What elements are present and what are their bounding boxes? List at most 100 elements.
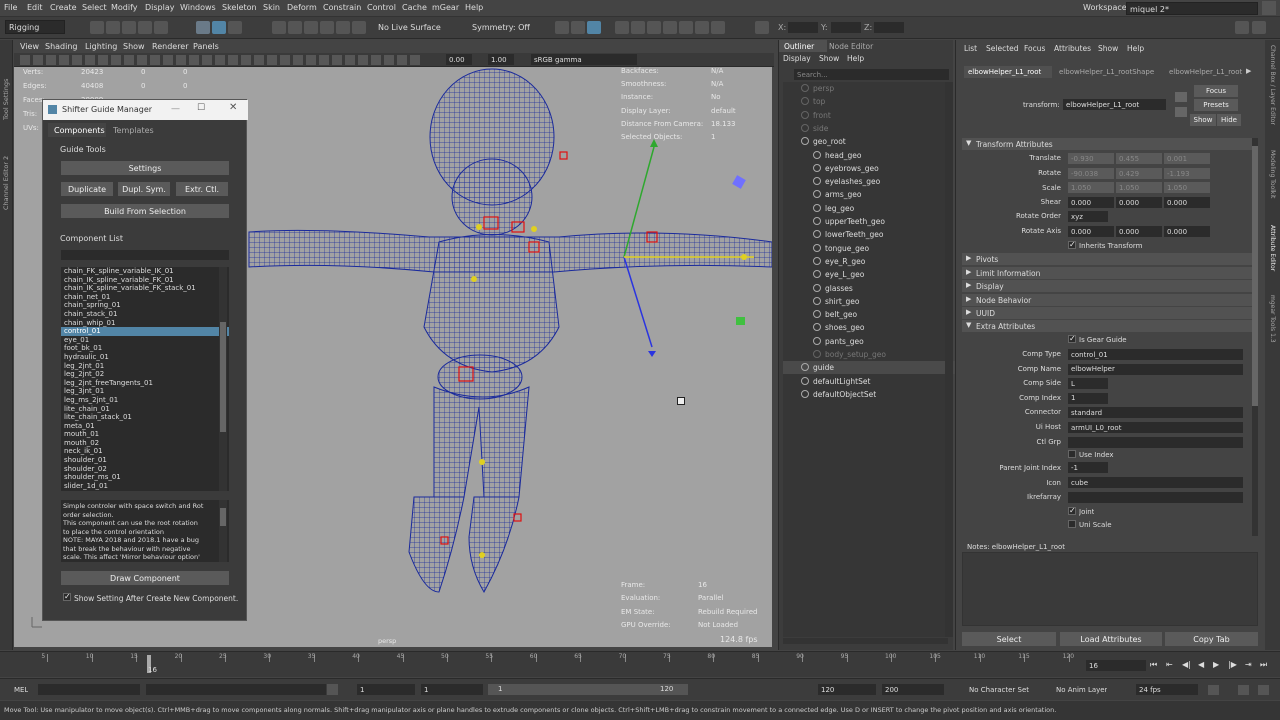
translate-y-field[interactable]: 0.455 xyxy=(1116,153,1162,164)
play-back-icon[interactable]: ◀ xyxy=(1198,660,1204,669)
toggle-panel-icon[interactable] xyxy=(1235,21,1249,34)
duplicate-button[interactable]: Duplicate xyxy=(61,182,113,196)
focus-button[interactable]: Focus xyxy=(1194,85,1238,97)
maximize-icon[interactable]: ☐ xyxy=(197,103,205,113)
section-transform-attributes[interactable]: ▼ Transform Attributes xyxy=(962,138,1254,150)
close-icon[interactable]: ✕ xyxy=(229,102,237,113)
outliner-item[interactable]: defaultObjectSet xyxy=(783,388,958,401)
component-list-item[interactable]: leg_ms_2jnt_01 xyxy=(61,396,229,405)
outliner-item[interactable]: top xyxy=(783,95,958,108)
render-settings-icon[interactable] xyxy=(615,21,629,34)
component-list-item[interactable]: hydraulic_01 xyxy=(61,353,229,362)
rotate-y-field[interactable]: 0.429 xyxy=(1116,168,1162,179)
copy-tab-button[interactable]: Copy Tab xyxy=(1165,632,1258,646)
step-back-icon[interactable]: ◀| xyxy=(1182,660,1191,669)
vp-menu-renderer[interactable]: Renderer xyxy=(152,42,189,51)
pause-icon[interactable] xyxy=(711,21,725,34)
menu-skin[interactable]: Skin xyxy=(263,3,280,12)
show-button[interactable]: Show xyxy=(1190,114,1216,126)
build-from-selection-button[interactable]: Build From Selection xyxy=(61,204,229,218)
snap-curve-icon[interactable] xyxy=(288,21,302,34)
exposure-field[interactable]: 0.00 xyxy=(446,54,472,65)
snap-grid-icon[interactable] xyxy=(272,21,286,34)
outliner-scrollbar[interactable] xyxy=(945,82,953,637)
folder-icon[interactable] xyxy=(122,21,136,34)
tab-components[interactable]: Components xyxy=(48,123,106,137)
description-scrollbar[interactable] xyxy=(219,500,227,562)
attr-menu-help[interactable]: Help xyxy=(1127,44,1144,53)
outliner-item[interactable]: pants_geo xyxy=(783,335,958,348)
attr-tab-root[interactable]: elbowHelper_L1_root xyxy=(964,66,1052,78)
component-list-item[interactable]: leg_2jnt_02 xyxy=(61,370,229,379)
command-line-input[interactable] xyxy=(38,684,140,695)
component-list-item[interactable]: leg_3jnt_01 xyxy=(61,387,229,396)
component-list-item[interactable]: shoulder_01 xyxy=(61,456,229,465)
load-attributes-button[interactable]: Load Attributes xyxy=(1060,632,1162,646)
extr-ctl-button[interactable]: Extr. Ctl. xyxy=(176,182,228,196)
node-icon-2[interactable] xyxy=(1175,107,1187,117)
snap-view-icon[interactable] xyxy=(320,21,334,34)
extra-attr-field[interactable]: 1 xyxy=(1068,392,1108,404)
component-list-item[interactable]: chain_IK_spline_variable_FK_01 xyxy=(61,276,229,285)
attr-menu-focus[interactable]: Focus xyxy=(1024,44,1045,53)
scale-z-field[interactable]: 1.050 xyxy=(1164,182,1210,193)
minimize-icon[interactable]: — xyxy=(171,104,180,114)
magnet-icon[interactable] xyxy=(352,21,366,34)
transform-mode-icon[interactable] xyxy=(755,21,769,34)
attr-menu-selected[interactable]: Selected xyxy=(986,44,1019,53)
outliner-hscrollbar[interactable] xyxy=(783,638,948,644)
extra-attr-field[interactable]: armUI_L0_root xyxy=(1068,422,1243,433)
extra-attr-field[interactable]: standard xyxy=(1068,407,1243,419)
open-scene-icon[interactable] xyxy=(90,21,104,34)
rotate-axis-x-field[interactable]: 0.000 xyxy=(1068,226,1114,237)
viewport-tool-icons[interactable] xyxy=(20,55,420,65)
icon-field[interactable]: cube xyxy=(1068,477,1243,488)
tab-outliner[interactable]: Outliner xyxy=(779,40,827,52)
script-editor-icon[interactable] xyxy=(327,684,338,695)
channel-editor-tab[interactable]: Channel Editor 2 xyxy=(2,156,10,210)
tool-settings-tab[interactable]: Tool Settings xyxy=(2,79,10,120)
menu-skeleton[interactable]: Skeleton xyxy=(222,3,257,12)
extra-attr-field[interactable] xyxy=(1068,436,1243,448)
component-list-item[interactable]: chain_whip_01 xyxy=(61,319,229,328)
extra-attr-field[interactable]: L xyxy=(1068,378,1108,390)
parent-joint-index-field[interactable]: -1 xyxy=(1068,462,1108,473)
range-slider[interactable]: 1 120 xyxy=(488,684,688,695)
playback-end-field[interactable]: 120 xyxy=(818,684,876,695)
mode-dropdown[interactable]: Rigging xyxy=(5,20,65,34)
outliner-menu-display[interactable]: Display xyxy=(783,54,811,63)
outliner-item[interactable]: persp xyxy=(783,82,958,95)
start-time-field[interactable]: 1 xyxy=(357,684,415,695)
component-list-item[interactable]: foot_bk_01 xyxy=(61,344,229,353)
component-list-item[interactable]: leg_2jnt_01 xyxy=(61,362,229,371)
select-button[interactable]: Select xyxy=(962,632,1056,646)
hypershade-icon[interactable] xyxy=(631,21,645,34)
rotate-axis-z-field[interactable]: 0.000 xyxy=(1164,226,1210,237)
section-limit-information[interactable]: ▶ Limit Information xyxy=(962,267,1254,279)
attr-scrollbar[interactable] xyxy=(1252,138,1258,536)
section-pivots[interactable]: ▶ Pivots xyxy=(962,253,1254,265)
outliner-item[interactable]: eyebrows_geo xyxy=(783,162,958,175)
toggle-panel-icon-2[interactable] xyxy=(1252,21,1266,34)
settings-button[interactable]: Settings xyxy=(61,161,229,175)
section-display[interactable]: ▶ Display xyxy=(962,280,1254,292)
outliner-item[interactable]: arms_geo xyxy=(783,188,958,201)
component-list-item[interactable]: neck_ik_01 xyxy=(61,447,229,456)
component-list-item[interactable]: leg_2jnt_freeTangents_01 xyxy=(61,379,229,388)
dupl-sym-button[interactable]: Dupl. Sym. xyxy=(118,182,170,196)
menu-modify[interactable]: Modify xyxy=(111,3,138,12)
scale-y-field[interactable]: 1.050 xyxy=(1116,182,1162,193)
draw-component-button[interactable]: Draw Component xyxy=(61,571,229,585)
y-coord-field[interactable] xyxy=(831,22,861,33)
node-icon[interactable] xyxy=(1175,92,1187,102)
section-extra-attributes[interactable]: ▼ Extra Attributes xyxy=(962,320,1254,332)
menu-constrain[interactable]: Constrain xyxy=(323,3,361,12)
time-slider[interactable]: 5 10 15 20 25 30 35 40 45 50 55 60 65 70 75 80 85 90 95 100… xyxy=(0,651,1280,677)
outliner-item[interactable]: glasses xyxy=(783,282,958,295)
extra-attr-field[interactable]: elbowHelper xyxy=(1068,363,1243,375)
rotate-axis-y-field[interactable]: 0.000 xyxy=(1116,226,1162,237)
extra-attr-field[interactable]: control_01 xyxy=(1068,349,1243,360)
menu-file[interactable]: File xyxy=(4,3,17,12)
show-setting-checkbox[interactable] xyxy=(63,592,71,601)
translate-x-field[interactable]: -0.930 xyxy=(1068,153,1114,164)
